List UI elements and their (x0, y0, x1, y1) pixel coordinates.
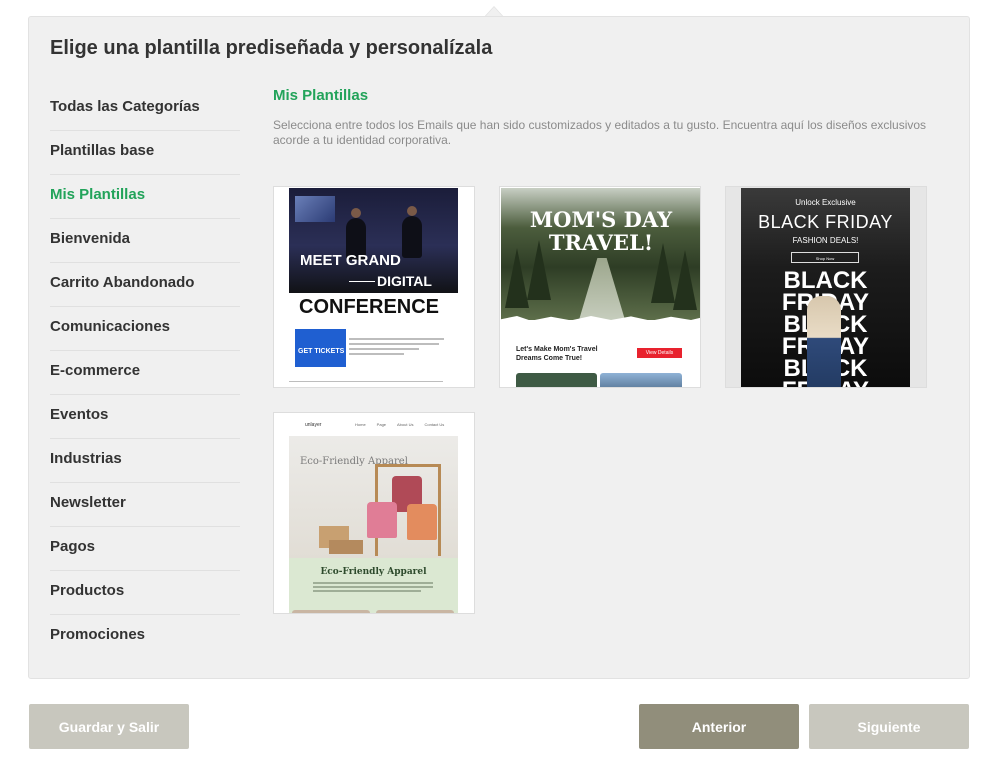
template-headline: MOM'S DAY TRAVEL! (529, 207, 673, 255)
template-headline: DIGITAL (377, 273, 432, 289)
template-kicker: Unlock Exclusive (795, 198, 856, 207)
sidebar-item-industrias[interactable]: Industrias (50, 439, 240, 483)
template-subtitle: FASHION DEALS! (792, 236, 859, 245)
template-card-black-friday[interactable]: Unlock Exclusive BLACK FRIDAY FASHION DE… (725, 186, 927, 388)
sidebar-item-pagos[interactable]: Pagos (50, 527, 240, 571)
template-content-block: Eco-Friendly Apparel (289, 558, 458, 613)
template-thumbnail: MEET GRAND DIGITAL CONFERENCE GET TICKET… (289, 188, 458, 387)
template-cta: Shop Now (791, 252, 859, 263)
template-content: Mis Plantillas Selecciona entre todos lo… (273, 87, 953, 148)
save-exit-button[interactable]: Guardar y Salir (29, 704, 189, 749)
sidebar-item-newsletter[interactable]: Newsletter (50, 483, 240, 527)
template-thumbs (292, 610, 455, 613)
template-logo: unlayer (305, 422, 322, 428)
template-cta: View Details (637, 348, 682, 358)
conference-stage-image (289, 188, 458, 293)
sidebar-item-all[interactable]: Todas las Categorías (50, 87, 240, 131)
template-headline: BLACK FRIDAY (758, 212, 893, 232)
template-subtitle: Let's Make Mom's Travel Dreams Come True… (516, 346, 598, 362)
next-button[interactable]: Siguiente (809, 704, 969, 749)
template-body-lines (349, 338, 449, 358)
template-headline: CONFERENCE (299, 296, 440, 318)
template-headline: Eco-Friendly Apparel (320, 567, 427, 577)
template-thumbnail: MOM'S DAY TRAVEL! Let's Make Mom's Trave… (501, 188, 700, 387)
sidebar-item-eventos[interactable]: Eventos (50, 395, 240, 439)
template-card-moms-day[interactable]: MOM'S DAY TRAVEL! Let's Make Mom's Trave… (499, 186, 701, 388)
category-sidebar: Todas las Categorías Plantillas base Mis… (50, 87, 240, 659)
template-image (516, 373, 597, 387)
template-card-eco-apparel[interactable]: unlayer Home Page About Us Contact Us Eco-F… (273, 412, 475, 614)
template-body-lines (313, 582, 433, 594)
template-thumbnail: Unlock Exclusive BLACK FRIDAY FASHION DE… (741, 188, 910, 387)
panel-title: Elige una plantilla prediseñada y person… (50, 37, 493, 59)
previous-button[interactable]: Anterior (639, 704, 799, 749)
template-image (600, 373, 682, 387)
sidebar-item-bienvenida[interactable]: Bienvenida (50, 219, 240, 263)
template-picker-panel: Elige una plantilla prediseñada y person… (28, 16, 970, 679)
sidebar-item-productos[interactable]: Productos (50, 571, 240, 615)
sidebar-item-ecommerce[interactable]: E-commerce (50, 351, 240, 395)
sidebar-item-carrito[interactable]: Carrito Abandonado (50, 263, 240, 307)
template-card-conference[interactable]: MEET GRAND DIGITAL CONFERENCE GET TICKET… (273, 186, 475, 388)
sidebar-item-mis-plantillas[interactable]: Mis Plantillas (50, 175, 240, 219)
apparel-image: Eco-Friendly Apparel (289, 436, 458, 558)
arrow-icon (349, 281, 375, 282)
template-cta: GET TICKETS (295, 329, 346, 367)
section-description: Selecciona entre todos los Emails que ha… (273, 118, 927, 147)
model-image (807, 296, 841, 387)
sidebar-item-comunicaciones[interactable]: Comunicaciones (50, 307, 240, 351)
template-headline: MEET GRAND (300, 252, 401, 269)
template-nav: Home Page About Us Contact Us (355, 422, 445, 427)
template-thumbnail: unlayer Home Page About Us Contact Us Eco-F… (289, 414, 458, 613)
template-footer-line (289, 381, 443, 382)
template-header: unlayer Home Page About Us Contact Us (289, 414, 458, 436)
section-title: Mis Plantillas (273, 87, 369, 104)
sidebar-item-base[interactable]: Plantillas base (50, 131, 240, 175)
sidebar-item-promociones[interactable]: Promociones (50, 615, 240, 659)
